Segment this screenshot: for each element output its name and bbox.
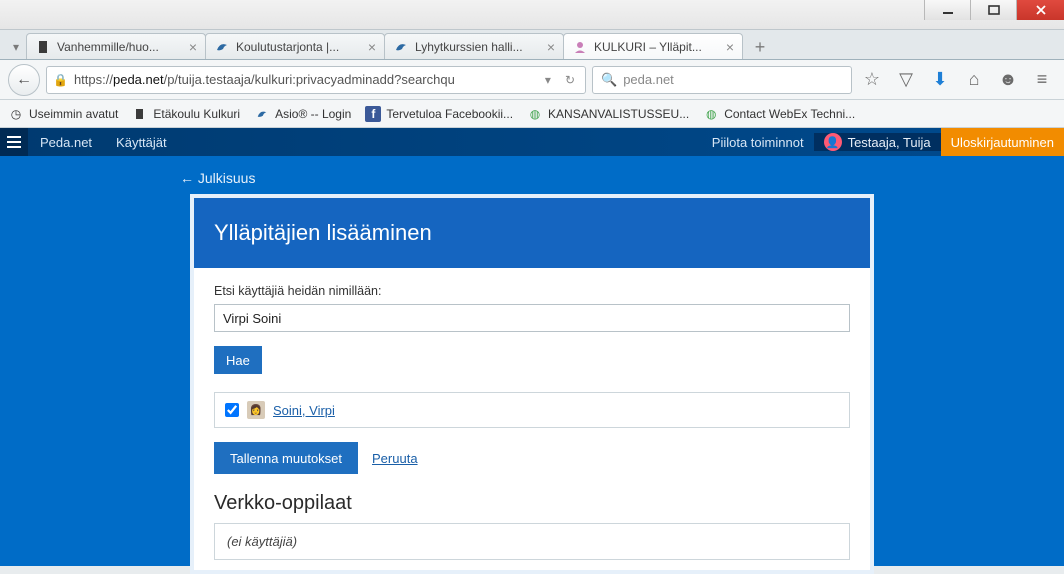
downloads-icon[interactable]: ⬇ [926,66,954,94]
tab-vanhemmille[interactable]: Vanhemmille/huo... × [26,33,206,59]
search-result-row: 👩 Soini, Virpi [214,392,850,428]
bookmark-label: Tervetuloa Facebookii... [386,107,513,121]
bookmark-useimmin[interactable]: ◷ Useimmin avatut [8,106,118,122]
tab-koulutustarjonta[interactable]: Koulutustarjonta |... × [205,33,385,59]
page-body: ← Julkisuus Ylläpitäjien lisääminen Etsi… [0,156,1064,566]
hamburger-menu-icon[interactable]: ≡ [1028,66,1056,94]
site-home-link[interactable]: Peda.net [28,135,104,150]
search-box[interactable]: 🔍 peda.net [592,66,852,94]
bookmark-kansanvalistus[interactable]: ◍ KANSANVALISTUSSEU... [527,106,689,122]
bookmark-etakoulu[interactable]: Etäkoulu Kulkuri [132,106,240,122]
tab-overflow-left-icon[interactable]: ▾ [6,35,26,59]
bookmark-label: KANSANVALISTUSSEU... [548,107,689,121]
site-topbar: Peda.net Käyttäjät Piilota toiminnot 👤 T… [0,128,1064,156]
tab-label: Vanhemmille/huo... [57,40,183,54]
search-icon: 🔍 [601,72,617,88]
url-text: https://peda.net/p/tuija.testaaja/kulkur… [74,72,535,87]
user-menu[interactable]: 👤 Testaaja, Tuija [814,133,941,151]
search-placeholder: peda.net [623,72,674,87]
bookmark-label: Asio® -- Login [275,107,351,121]
face-icon[interactable]: ☻ [994,66,1022,94]
tab-kulkuri[interactable]: KULKURI – Ylläpit... × [563,33,743,59]
close-icon[interactable]: × [368,40,376,54]
bookmark-webex[interactable]: ◍ Contact WebEx Techni... [703,106,855,122]
lock-icon: 🔒 [53,73,68,87]
close-icon[interactable]: × [726,40,734,54]
window-maximize-button[interactable] [970,0,1016,20]
hide-functions-link[interactable]: Piilota toiminnot [702,135,814,150]
doc-icon [132,106,148,122]
card-title: Ylläpitäjien lisääminen [194,198,870,268]
bookmark-label: Etäkoulu Kulkuri [153,107,240,121]
cancel-link[interactable]: Peruuta [372,451,418,466]
pocket-icon[interactable]: ▽ [892,66,920,94]
person-icon [572,39,588,55]
browser-navbar: ← 🔒 https://peda.net/p/tuija.testaaja/ku… [0,60,1064,100]
tab-lyhytkurssien[interactable]: Lyhytkurssien halli... × [384,33,564,59]
avatar-icon: 👩 [247,401,265,419]
bookmark-label: Useimmin avatut [29,107,118,121]
home-icon[interactable]: ⌂ [960,66,988,94]
bookmark-facebook[interactable]: f Tervetuloa Facebookii... [365,106,513,122]
section-verkko-oppilaat-title: Verkko-oppilaat [214,492,850,515]
admin-add-card: Ylläpitäjien lisääminen Etsi käyttäjiä h… [190,194,874,574]
tab-label: KULKURI – Ylläpit... [594,40,720,54]
facebook-icon: f [365,106,381,122]
search-users-label: Etsi käyttäjiä heidän nimillään: [214,284,850,298]
address-bar[interactable]: 🔒 https://peda.net/p/tuija.testaaja/kulk… [46,66,586,94]
back-button[interactable]: ← [8,64,40,96]
globe-icon: ◍ [703,106,719,122]
close-icon[interactable]: × [547,40,555,54]
empty-users-text: (ei käyttäjiä) [214,523,850,560]
back-to-privacy-link[interactable]: ← Julkisuus [180,170,1054,186]
bookmark-label: Contact WebEx Techni... [724,107,855,121]
tab-label: Koulutustarjonta |... [236,40,362,54]
window-minimize-button[interactable] [924,0,970,20]
globe-icon: ◍ [527,106,543,122]
result-user-link[interactable]: Soini, Virpi [273,403,335,418]
logout-button[interactable]: Uloskirjautuminen [941,128,1064,156]
dropdown-icon[interactable]: ▾ [541,73,555,87]
bookmark-star-icon[interactable]: ☆ [858,66,886,94]
window-close-button[interactable] [1016,0,1064,20]
user-name: Testaaja, Tuija [848,135,931,150]
site-menu-icon[interactable] [0,128,28,156]
bookmark-asio[interactable]: Asio® -- Login [254,106,351,122]
tab-label: Lyhytkurssien halli... [415,40,541,54]
site-section-link[interactable]: Käyttäjät [104,135,179,150]
doc-icon [35,39,51,55]
browser-tabstrip: ▾ Vanhemmille/huo... × Koulutustarjonta … [0,30,1064,60]
new-tab-button[interactable]: + [746,35,774,59]
bird-icon [214,39,230,55]
window-titlebar [0,0,1064,30]
history-icon: ◷ [8,106,24,122]
search-button[interactable]: Hae [214,346,262,374]
result-checkbox[interactable] [225,403,239,417]
bird-icon [254,106,270,122]
reload-icon[interactable]: ↻ [561,73,579,87]
search-users-input[interactable] [214,304,850,332]
bookmarks-bar: ◷ Useimmin avatut Etäkoulu Kulkuri Asio®… [0,100,1064,128]
bird-icon [393,39,409,55]
avatar-icon: 👤 [824,133,842,151]
close-icon[interactable]: × [189,40,197,54]
save-button[interactable]: Tallenna muutokset [214,442,358,474]
